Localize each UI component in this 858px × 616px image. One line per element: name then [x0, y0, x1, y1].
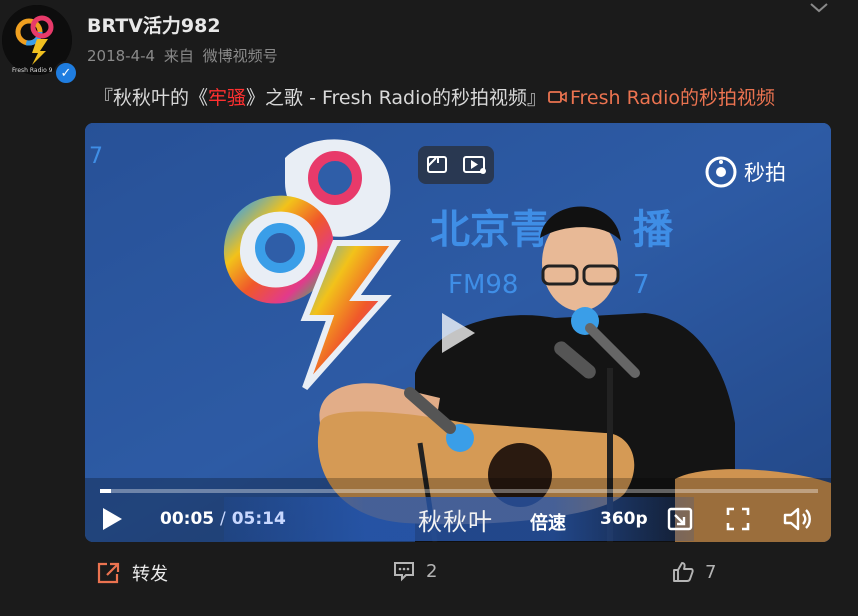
repost-icon — [97, 562, 120, 584]
wall-edge-text: 7 — [89, 144, 103, 169]
like-button[interactable]: 7 — [671, 560, 716, 584]
post-text-end: 》之歌 - Fresh Radio的秒拍视频』 — [246, 87, 546, 109]
web-fullscreen-icon[interactable] — [666, 505, 694, 533]
play-icon[interactable] — [98, 505, 126, 533]
post-meta: 2018-4-4 来自 微博视频号 — [87, 45, 278, 66]
source-prefix: 来自 — [163, 47, 194, 65]
avatar[interactable]: Fresh Radio 9 ✓ — [2, 5, 78, 85]
miaopai-label: 秒拍 — [744, 161, 786, 185]
progress-fill — [100, 489, 112, 493]
post-text-start: 『秋秋叶的《 — [94, 87, 209, 109]
post-date[interactable]: 2018-4-4 — [87, 47, 155, 65]
time-separator: / — [220, 509, 226, 529]
video-link-icon — [548, 91, 567, 103]
video-link[interactable]: Fresh Radio的秒拍视频 — [546, 87, 775, 109]
pip-icon[interactable] — [427, 156, 447, 173]
comment-button[interactable]: 2 — [392, 560, 437, 582]
miaopai-watermark: 秒拍 — [704, 155, 786, 189]
comment-icon — [394, 562, 414, 582]
post-text: 『秋秋叶的《牢骚》之歌 - Fresh Radio的秒拍视频』 Fresh Rad… — [94, 83, 775, 110]
picture-in-picture-icon[interactable] — [463, 156, 486, 174]
volume-icon[interactable] — [782, 505, 814, 533]
post-text-highlight: 牢骚 — [208, 87, 247, 109]
station-text: 北京青 — [430, 207, 550, 253]
time-display: 00:05 / 05:14 — [160, 509, 286, 529]
miaopai-logo-icon — [705, 156, 737, 188]
username[interactable]: BRTV活力982 — [87, 11, 221, 38]
duration: 05:14 — [231, 509, 286, 529]
speed-button[interactable]: 倍速 — [530, 509, 566, 535]
fullscreen-icon[interactable] — [724, 505, 752, 533]
freq-text: FM98 — [448, 270, 518, 300]
like-icon — [673, 562, 694, 582]
current-time: 00:05 — [160, 509, 215, 529]
video-top-controls — [418, 146, 494, 184]
repost-label: 转发 — [132, 564, 168, 585]
comment-count: 2 — [426, 560, 438, 582]
video-subtitle: 秋秋叶 — [418, 508, 493, 536]
station-text-end: 播 — [633, 207, 674, 253]
like-count: 7 — [705, 561, 717, 583]
video-link-label: Fresh Radio的秒拍视频 — [569, 87, 775, 109]
quality-button[interactable]: 360p — [600, 509, 648, 529]
freq-text-end: 7 — [633, 270, 650, 300]
progress-bar[interactable] — [100, 489, 818, 493]
repost-button[interactable]: 转发 — [96, 560, 168, 586]
post-source[interactable]: 微博视频号 — [203, 47, 278, 65]
verified-badge: ✓ — [54, 61, 78, 85]
avatar-caption: Fresh Radio 9 — [12, 67, 53, 74]
chevron-down-icon[interactable] — [808, 0, 830, 16]
